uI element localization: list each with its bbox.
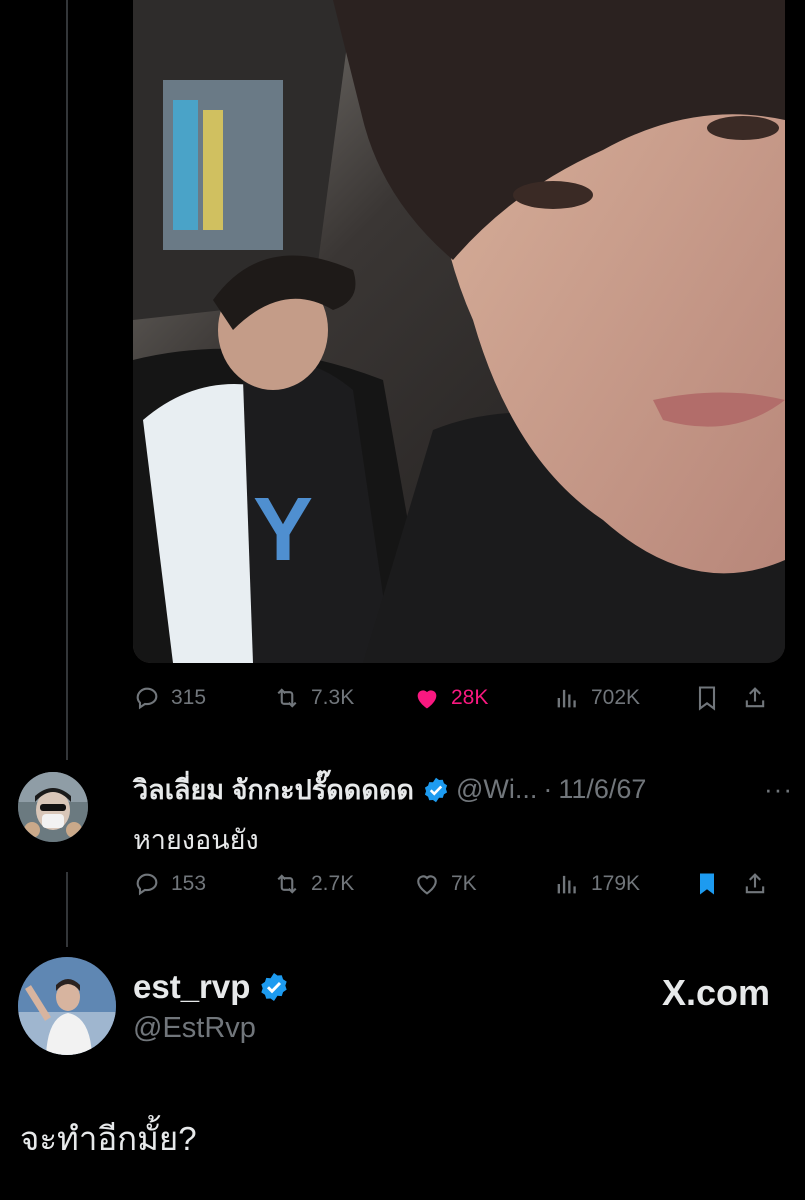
post-handle[interactable]: @EstRvp	[133, 1012, 256, 1045]
views-icon	[557, 689, 576, 708]
post-display-name-text: est_rvp	[133, 968, 251, 1005]
thread-line-reply	[66, 872, 68, 947]
like-icon-filled	[417, 690, 437, 709]
reply-share-action[interactable]	[741, 870, 781, 898]
views-count: 702K	[591, 686, 641, 709]
views-action[interactable]: 702K	[553, 684, 693, 712]
reply-retweet-action[interactable]: 2.7K	[273, 870, 413, 898]
post-avatar[interactable]	[18, 957, 116, 1055]
retweet-icon	[277, 688, 297, 708]
tweet-photo[interactable]: Y	[133, 0, 785, 663]
reply-handle[interactable]: @Wi...	[456, 774, 537, 805]
thread-line-top	[66, 0, 68, 760]
reply-reply-action[interactable]: 153	[133, 870, 273, 898]
reply-icon	[136, 687, 158, 710]
like-action[interactable]: 28K	[413, 684, 553, 712]
bookmark-action[interactable]	[693, 684, 741, 712]
reply-display-name[interactable]: วิลเลี่ยม จักกะปรั๊ดดดดด	[133, 768, 414, 811]
x-brand-logo: X.com	[661, 972, 770, 1013]
retweet-count: 7.3K	[311, 686, 355, 709]
reply-like-count: 7K	[451, 872, 477, 895]
views-icon	[557, 875, 576, 894]
like-icon	[417, 875, 437, 895]
more-options-icon[interactable]: ···	[764, 774, 793, 805]
share-icon	[745, 687, 765, 708]
post-text: จะทำอีกมั้ย?	[20, 1120, 197, 1157]
like-count: 28K	[451, 686, 489, 709]
tweet-action-bar: 315 7.3K 28K 702K	[133, 684, 785, 712]
reply-text: หายงอนยัง	[133, 825, 259, 855]
reply-reply-count: 153	[171, 872, 207, 895]
svg-text:Y: Y	[253, 480, 313, 580]
reply-avatar-image	[18, 772, 88, 842]
share-icon	[745, 873, 765, 894]
post-avatar-image	[18, 957, 116, 1055]
verified-badge-icon	[422, 776, 450, 804]
reply-action[interactable]: 315	[133, 684, 273, 712]
retweet-icon	[277, 874, 297, 894]
share-action[interactable]	[741, 684, 781, 712]
reply-avatar[interactable]	[18, 772, 88, 842]
retweet-action[interactable]: 7.3K	[273, 684, 413, 712]
photo-selfie-image: Y	[133, 0, 785, 663]
reply-views-action[interactable]: 179K	[553, 870, 693, 898]
reply-count: 315	[171, 686, 207, 709]
reply-icon	[136, 873, 158, 896]
reply-date[interactable]: 11/6/67	[558, 774, 646, 805]
reply-bookmark-action[interactable]	[693, 870, 741, 898]
post-display-name[interactable]: est_rvp	[133, 968, 296, 1006]
reply-like-action[interactable]: 7K	[413, 870, 553, 898]
bookmark-filled-icon	[700, 873, 714, 895]
reply-retweet-count: 2.7K	[311, 872, 355, 895]
verified-badge-icon	[258, 971, 290, 1003]
bookmark-icon	[698, 686, 716, 711]
reply-action-bar: 153 2.7K 7K 179K	[133, 870, 785, 898]
reply-separator: ·	[543, 774, 553, 804]
reply-header: วิลเลี่ยม จักกะปรั๊ดดดดด @Wi... · 11/6/6…	[133, 768, 793, 811]
reply-views-count: 179K	[591, 872, 641, 895]
